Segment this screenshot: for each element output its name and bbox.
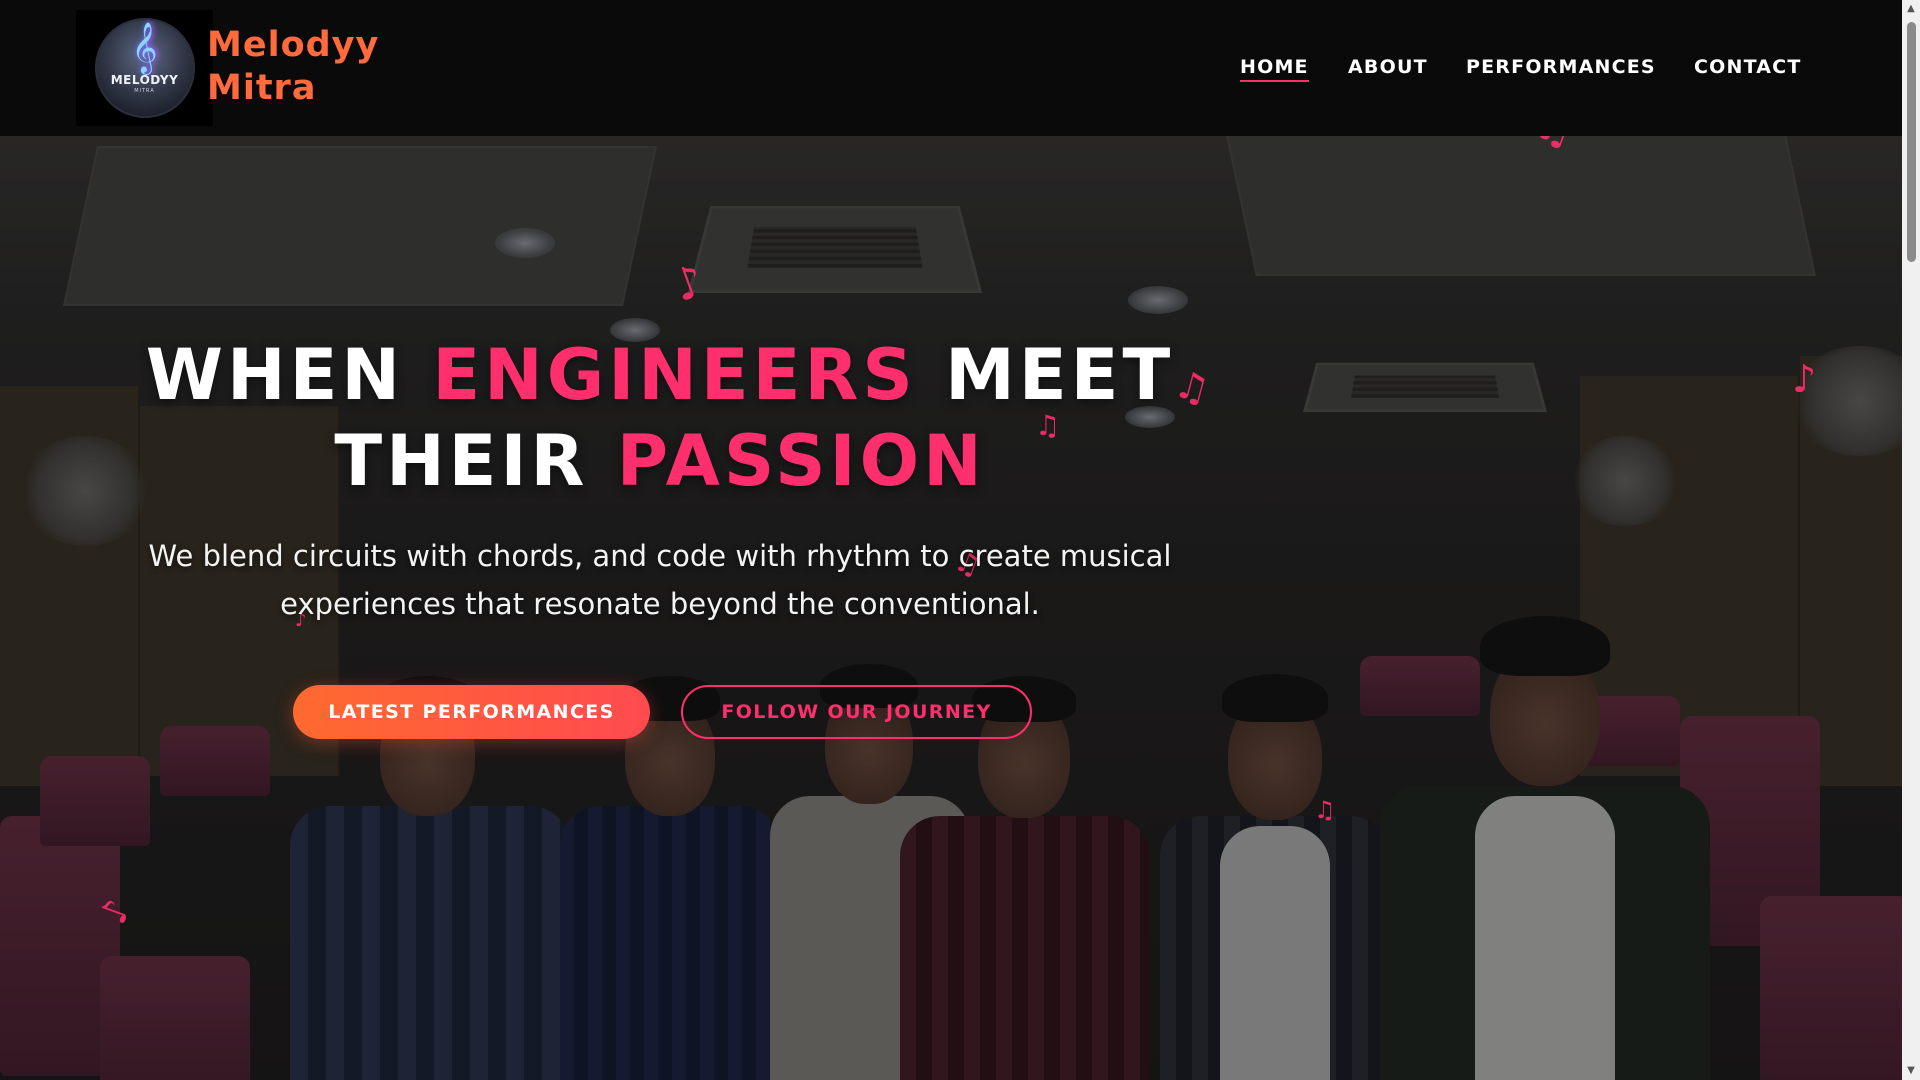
logo-wordmark: MELODYY — [110, 73, 179, 87]
nav-performances[interactable]: PERFORMANCES — [1466, 56, 1656, 78]
hero-title-accent1: ENGINEERS — [432, 334, 917, 416]
hero-title-accent2: PASSION — [616, 420, 986, 502]
scroll-down-arrow-icon[interactable]: ▼ — [1902, 1062, 1920, 1080]
page-scrollbar[interactable]: ▲ ▼ — [1902, 0, 1920, 1080]
hero-title: WHEN ENGINEERS MEET THEIR PASSION — [130, 332, 1190, 504]
treble-clef-icon: 𝄞 — [131, 22, 158, 73]
brand-name[interactable]: Melodyy Mitra — [207, 24, 379, 110]
hero-title-part1: WHEN — [145, 334, 433, 416]
site-header: 𝄞 MELODYY MITRA Melodyy Mitra HOME ABOUT… — [0, 0, 1902, 136]
brand-name-line1: Melodyy — [207, 25, 380, 65]
music-note-icon: ♪ — [1792, 357, 1817, 401]
nav-home[interactable]: HOME — [1240, 56, 1309, 82]
hero-title-part2: MEET — [916, 334, 1175, 416]
hero-subtitle: We blend circuits with chords, and code … — [120, 532, 1200, 628]
scrollbar-thumb[interactable] — [1907, 22, 1916, 262]
hero-section: ♪ ♫ ♫ ♫ ♪ ♫ ♪ ♪ ♫ ♪ ♪ WHEN ENGINEERS MEE… — [0, 136, 1902, 1080]
nav-contact[interactable]: CONTACT — [1694, 56, 1802, 78]
logo-subtext: MITRA — [134, 88, 155, 94]
music-note-icon: ♫ — [1314, 796, 1336, 824]
nav-about[interactable]: ABOUT — [1348, 56, 1428, 78]
latest-performances-button[interactable]: LATEST PERFORMANCES — [293, 685, 650, 739]
hero-title-part3: THEIR — [334, 420, 617, 502]
scroll-up-arrow-icon[interactable]: ▲ — [1902, 0, 1920, 18]
logo-emblem: 𝄞 MELODYY MITRA — [94, 18, 195, 118]
logo[interactable]: 𝄞 MELODYY MITRA — [76, 10, 213, 126]
hero-subtitle-line1: We blend circuits with chords, and code … — [148, 539, 1172, 573]
hero-subtitle-line2: experiences that resonate beyond the con… — [280, 587, 1040, 621]
brand-name-line2: Mitra — [207, 68, 317, 108]
follow-our-journey-button[interactable]: FOLLOW OUR JOURNEY — [681, 685, 1032, 739]
